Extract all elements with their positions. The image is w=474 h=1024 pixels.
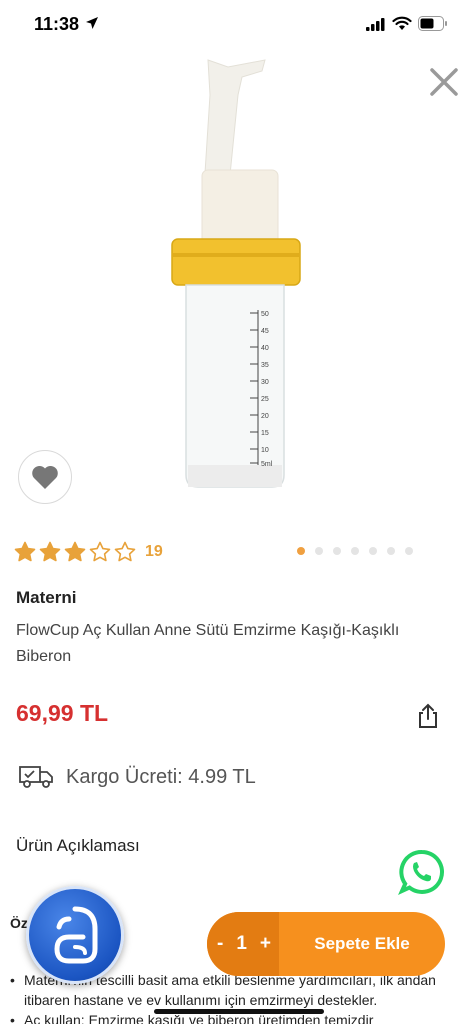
pager-dot[interactable] [405,547,413,555]
truck-icon [19,766,53,788]
signal-icon [366,18,385,31]
share-icon[interactable] [414,702,442,730]
add-to-cart-button[interactable]: Sepete Ekle [279,934,445,954]
pager-dot[interactable] [333,547,341,555]
shipping-text: Kargo Ücreti: 4.99 TL [66,765,256,788]
shipping-info: Kargo Ücreti: 4.99 TL [18,764,256,790]
pager-dot[interactable] [315,547,323,555]
status-time: 11:38 [34,14,80,34]
quantity-stepper: - 1 + [207,912,279,976]
location-arrow-icon [86,17,98,29]
quantity-decrease-button[interactable]: - [217,933,223,955]
quantity-increase-button[interactable]: + [260,933,271,955]
description-section-partial: Öz [10,915,28,931]
whatsapp-icon[interactable] [398,848,446,896]
star-filled-icon [64,541,86,562]
pager-dot[interactable] [351,547,359,555]
favorite-button[interactable] [18,450,72,504]
svg-text:10: 10 [261,447,269,454]
svg-text:20: 20 [261,413,269,420]
svg-text:30: 30 [261,379,269,386]
description-header[interactable]: Ürün Açıklaması [16,836,140,856]
heart-icon [32,465,58,489]
svg-text:50: 50 [261,311,269,318]
rating[interactable]: 19 [14,540,163,564]
star-filled-icon [39,541,61,562]
quantity-value: 1 [236,933,247,954]
home-indicator [154,1009,324,1014]
status-bar: 11:38 [0,0,474,52]
brand-logo-badge[interactable] [26,886,124,984]
wifi-icon [392,16,412,30]
cart-bar: - 1 + Sepete Ekle [207,912,445,976]
battery-icon [418,16,447,31]
review-count[interactable]: 19 [145,543,163,561]
star-empty-icon [114,541,136,562]
image-pager-dots[interactable] [297,547,413,555]
svg-text:45: 45 [261,328,269,335]
product-image: 50 45 40 35 30 25 20 15 10 5ml [171,59,301,488]
svg-text:40: 40 [261,345,269,352]
pager-dot[interactable] [297,547,305,555]
brand-logo-icon [54,906,98,964]
star-filled-icon [14,541,36,562]
pager-dot[interactable] [387,547,395,555]
svg-text:15: 15 [261,430,269,437]
close-icon[interactable] [424,62,464,102]
star-empty-icon [89,541,111,562]
pager-dot[interactable] [369,547,377,555]
svg-text:35: 35 [261,362,269,369]
svg-text:5ml: 5ml [261,461,273,468]
product-brand[interactable]: Materni [16,588,76,608]
product-price: 69,99 TL [16,700,109,726]
product-title: FlowCup Aç Kullan Anne Sütü Emzirme Kaşı… [16,622,400,665]
svg-text:25: 25 [261,396,269,403]
